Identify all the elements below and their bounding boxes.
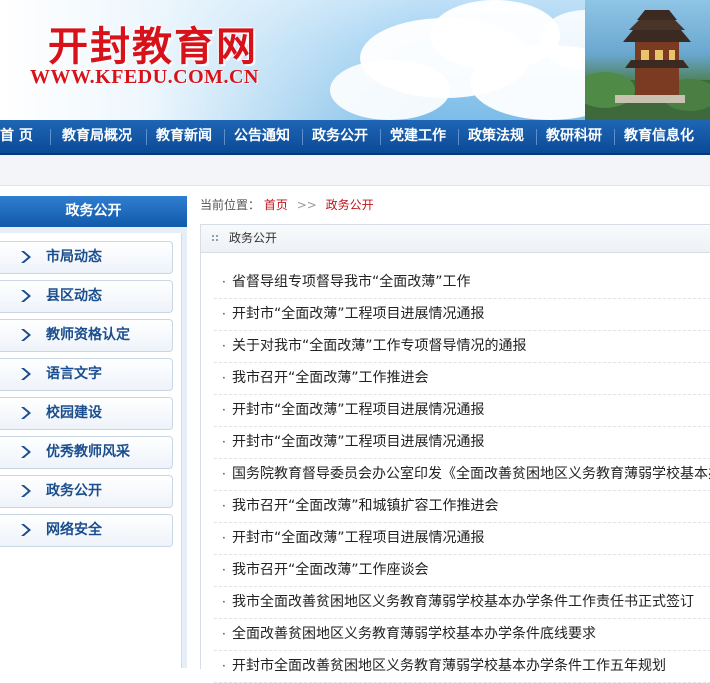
nav-education-news[interactable]: 教育新闻 bbox=[156, 120, 212, 153]
news-item[interactable]: · 开封市“全面改薄”工程项目进展情况通报 bbox=[214, 395, 710, 427]
bullet-icon: · bbox=[222, 595, 226, 609]
nav-bureau-overview[interactable]: 教育局概况 bbox=[62, 120, 132, 153]
sidebar-title: 政务公开 bbox=[0, 196, 187, 227]
sidebar-item-label: 网络安全 bbox=[46, 522, 102, 538]
pagoda-image bbox=[585, 0, 710, 120]
bullet-icon: · bbox=[222, 403, 226, 417]
nav-announcements[interactable]: 公告通知 bbox=[234, 120, 290, 153]
news-title: 关于对我市“全面改薄”工作专项督导情况的通报 bbox=[232, 338, 527, 354]
news-title: 我市召开“全面改薄”工作推进会 bbox=[232, 370, 429, 386]
sidebar-item-government-affairs[interactable]: 政务公开 bbox=[0, 475, 173, 508]
news-item[interactable]: · 开封市“全面改薄”工程项目进展情况通报 bbox=[214, 299, 710, 331]
sidebar-item-city-news[interactable]: 市局动态 bbox=[0, 241, 173, 274]
chevron-right-icon bbox=[21, 290, 31, 302]
chevron-right-icon bbox=[21, 251, 31, 263]
news-title: 开封市全面改善贫困地区义务教育薄弱学校基本办学条件工作五年规划 bbox=[232, 658, 666, 674]
nav-research[interactable]: 教研科研 bbox=[546, 120, 602, 153]
news-title: 全面改善贫困地区义务教育薄弱学校基本办学条件底线要求 bbox=[232, 626, 596, 642]
sidebar-item-label: 市局动态 bbox=[46, 249, 102, 265]
sidebar-item-label: 政务公开 bbox=[46, 483, 102, 499]
bullet-icon: · bbox=[222, 499, 226, 513]
sidebar-item-county-news[interactable]: 县区动态 bbox=[0, 280, 173, 313]
site-logo-title: 开封教育网 bbox=[48, 23, 258, 70]
site-header: 开封教育网 WWW.KFEDU.COM.CN bbox=[0, 0, 710, 120]
chevron-right-icon bbox=[21, 407, 31, 419]
sidebar-item-language[interactable]: 语言文字 bbox=[0, 358, 173, 391]
news-item[interactable]: · 开封市“全面改薄”工程项目进展情况通报 bbox=[214, 427, 710, 459]
news-title: 国务院教育督导委员会办公室印发《全面改善贫困地区义务教育薄弱学校基本办学条件专项… bbox=[232, 466, 710, 482]
panel-header: 政务公开 bbox=[201, 225, 710, 253]
news-title: 我市召开“全面改薄”工作座谈会 bbox=[232, 562, 429, 578]
chevron-right-icon bbox=[21, 485, 31, 497]
sidebar-item-network-security[interactable]: 网络安全 bbox=[0, 514, 173, 547]
bullet-icon: · bbox=[222, 531, 226, 545]
bullet-icon: · bbox=[222, 659, 226, 673]
news-item[interactable]: · 省督导组专项督导我市“全面改薄”工作 bbox=[214, 267, 710, 299]
news-item[interactable]: · 开封市“全面改薄”工程项目进展情况通报 bbox=[214, 523, 710, 555]
bullet-icon: · bbox=[222, 307, 226, 321]
nav-informatization[interactable]: 教育信息化 bbox=[624, 120, 694, 153]
breadcrumb-label: 当前位置： bbox=[200, 198, 261, 212]
news-item[interactable]: · 全面改善贫困地区义务教育薄弱学校基本办学条件底线要求 bbox=[214, 619, 710, 651]
sidebar: 政务公开 市局动态 县区动态 教师资格认定 语言文字 校园建设 优秀教师风采 政… bbox=[0, 196, 187, 668]
sidebar-item-label: 县区动态 bbox=[46, 288, 102, 304]
news-title: 开封市“全面改薄”工程项目进展情况通报 bbox=[232, 530, 485, 546]
sidebar-item-campus-construction[interactable]: 校园建设 bbox=[0, 397, 173, 430]
bullet-icon: · bbox=[222, 435, 226, 449]
bullet-icon: · bbox=[222, 467, 226, 481]
news-title: 开封市“全面改薄”工程项目进展情况通报 bbox=[232, 434, 485, 450]
news-title: 开封市“全面改薄”工程项目进展情况通报 bbox=[232, 402, 485, 418]
nav-home[interactable]: 首 页 bbox=[0, 120, 33, 153]
news-title: 省督导组专项督导我市“全面改薄”工作 bbox=[232, 274, 471, 290]
breadcrumb-current-link[interactable]: 政务公开 bbox=[326, 198, 374, 212]
sidebar-item-label: 优秀教师风采 bbox=[46, 444, 130, 460]
news-list: · 省督导组专项督导我市“全面改薄”工作 · 开封市“全面改薄”工程项目进展情况通报… bbox=[214, 267, 710, 683]
nav-government-affairs[interactable]: 政务公开 bbox=[312, 120, 368, 153]
bullet-icon: · bbox=[222, 339, 226, 353]
panel-title: 政务公开 bbox=[229, 231, 278, 245]
news-item[interactable]: · 我市召开“全面改薄”工作座谈会 bbox=[214, 555, 710, 587]
news-title: 我市全面改善贫困地区义务教育薄弱学校基本办学条件工作责任书正式签订 bbox=[232, 594, 694, 610]
main-navigation: 首 页 教育局概况 教育新闻 公告通知 政务公开 党建工作 政策法规 教研科研 … bbox=[0, 120, 710, 155]
news-panel: 政务公开 · 省督导组专项督导我市“全面改薄”工作 · 开封市“全面改薄”工程项目进… bbox=[200, 224, 710, 683]
news-title: 我市召开“全面改薄”和城镇扩容工作推进会 bbox=[232, 498, 499, 514]
chevron-right-icon bbox=[21, 329, 31, 341]
news-item[interactable]: · 关于对我市“全面改薄”工作专项督导情况的通报 bbox=[214, 331, 710, 363]
nav-policies[interactable]: 政策法规 bbox=[468, 120, 524, 153]
sidebar-item-label: 校园建设 bbox=[46, 405, 102, 421]
sub-strip bbox=[0, 155, 710, 186]
bullet-icon: · bbox=[222, 275, 226, 289]
news-item[interactable]: · 开封市全面改善贫困地区义务教育薄弱学校基本办学条件工作五年规划 bbox=[214, 651, 710, 683]
breadcrumb: 当前位置： 首页 >> 政务公开 bbox=[200, 196, 374, 214]
chevron-right-icon bbox=[21, 446, 31, 458]
breadcrumb-separator: >> bbox=[296, 198, 317, 212]
dots-icon bbox=[212, 235, 218, 241]
nav-party-building[interactable]: 党建工作 bbox=[390, 120, 446, 153]
news-title: 开封市“全面改薄”工程项目进展情况通报 bbox=[232, 306, 485, 322]
news-item[interactable]: · 我市全面改善贫困地区义务教育薄弱学校基本办学条件工作责任书正式签订 bbox=[214, 587, 710, 619]
bullet-icon: · bbox=[222, 627, 226, 641]
bullet-icon: · bbox=[222, 563, 226, 577]
sidebar-item-teacher-certification[interactable]: 教师资格认定 bbox=[0, 319, 173, 352]
news-item[interactable]: · 我市召开“全面改薄”和城镇扩容工作推进会 bbox=[214, 491, 710, 523]
sidebar-item-label: 教师资格认定 bbox=[46, 327, 130, 343]
sidebar-item-excellent-teachers[interactable]: 优秀教师风采 bbox=[0, 436, 173, 469]
chevron-right-icon bbox=[21, 368, 31, 380]
news-item[interactable]: · 国务院教育督导委员会办公室印发《全面改善贫困地区义务教育薄弱学校基本办学条件专… bbox=[214, 459, 710, 491]
bullet-icon: · bbox=[222, 371, 226, 385]
pagoda-icon bbox=[585, 10, 710, 120]
breadcrumb-home-link[interactable]: 首页 bbox=[264, 198, 288, 212]
sidebar-item-label: 语言文字 bbox=[46, 366, 102, 382]
chevron-right-icon bbox=[21, 524, 31, 536]
site-logo-url: WWW.KFEDU.COM.CN bbox=[30, 66, 259, 88]
news-item[interactable]: · 我市召开“全面改薄”工作推进会 bbox=[214, 363, 710, 395]
